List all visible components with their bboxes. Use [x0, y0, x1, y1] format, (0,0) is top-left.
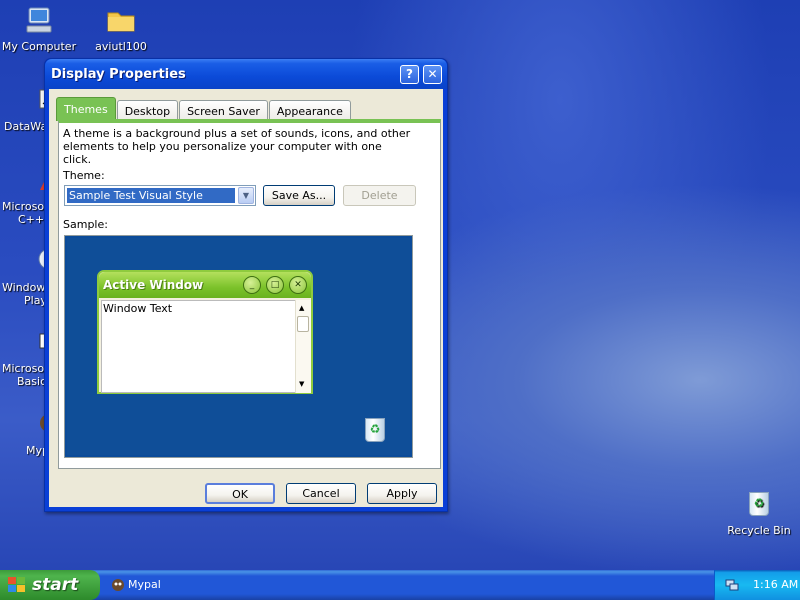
close-button[interactable]: ✕ — [423, 65, 442, 84]
tab-appearance[interactable]: Appearance — [268, 100, 351, 121]
tab-desktop[interactable]: Desktop — [116, 100, 179, 121]
desktop-icon-label: DataWa — [4, 120, 48, 133]
sample-label: Sample: — [63, 218, 108, 231]
cancel-button[interactable]: Cancel — [286, 483, 356, 504]
theme-description: A theme is a background plus a set of so… — [63, 127, 411, 166]
apply-button[interactable]: Apply — [367, 483, 437, 504]
network-icon[interactable] — [725, 577, 739, 591]
sample-scrollbar: ▲ ▼ — [295, 300, 311, 393]
taskbar: start Mypal 1:16 AM — [0, 570, 800, 600]
delete-button: Delete — [343, 185, 416, 206]
start-button[interactable]: start — [0, 570, 100, 600]
start-label: start — [32, 575, 79, 595]
tab-screen-saver[interactable]: Screen Saver — [179, 100, 268, 121]
help-button[interactable]: ? — [400, 65, 419, 84]
recycle-bin-icon: ♻ — [743, 488, 775, 520]
display-properties-dialog: Display Properties ? ✕ Themes Desktop Sc… — [44, 58, 448, 512]
scroll-down-icon: ▼ — [299, 380, 305, 388]
desktop-icon-recycle-bin[interactable]: ♻ Recycle Bin — [714, 488, 800, 537]
desktop-icon-label: My Computer — [1, 40, 77, 53]
desktop-icon-label-2: Basic — [17, 375, 47, 388]
ok-button[interactable]: OK — [205, 483, 275, 504]
desktop: My Computer aviutl100 DataWa Microsoft C… — [0, 0, 800, 570]
folder-icon — [105, 4, 137, 36]
tab-strip: Themes Desktop Screen Saver Appearance — [56, 97, 352, 121]
scroll-up-icon: ▲ — [299, 304, 305, 312]
theme-label: Theme: — [63, 169, 105, 182]
tab-themes[interactable]: Themes — [56, 97, 116, 121]
taskbar-item-mypal[interactable]: Mypal — [108, 573, 258, 597]
sample-recycle-bin-icon: ♻ — [362, 414, 388, 444]
desktop-icon-aviutl100[interactable]: aviutl100 — [76, 4, 166, 53]
system-tray: 1:16 AM — [714, 570, 800, 600]
computer-icon — [23, 4, 55, 36]
desktop-icon-label-2: C++ — [18, 213, 45, 226]
desktop-icon-label: aviutl100 — [95, 40, 147, 53]
taskbar-item-label: Mypal — [128, 578, 161, 591]
theme-select[interactable]: Sample Test Visual Style ▼ — [64, 185, 256, 206]
sample-window-text: Window Text — [103, 302, 173, 315]
dialog-title: Display Properties — [51, 66, 186, 82]
windows-logo-icon — [8, 577, 26, 593]
sample-window-client: Window Text — [101, 300, 297, 393]
dialog-body: Themes Desktop Screen Saver Appearance A… — [49, 89, 443, 507]
desktop-icon-label: Recycle Bin — [727, 524, 791, 537]
theme-select-value: Sample Test Visual Style — [67, 188, 235, 203]
desktop-icon-my-computer[interactable]: My Computer — [0, 4, 84, 53]
chevron-down-icon[interactable]: ▼ — [238, 187, 254, 204]
dialog-titlebar[interactable]: Display Properties — [45, 59, 447, 89]
minimize-icon: _ — [243, 276, 261, 294]
sample-active-window: Active Window _ □ ✕ Window Text ▲ ▼ — [97, 270, 313, 394]
scroll-thumb — [297, 316, 309, 332]
save-as-button[interactable]: Save As... — [263, 185, 335, 206]
clock[interactable]: 1:16 AM — [753, 578, 798, 591]
maximize-icon: □ — [266, 276, 284, 294]
mypal-icon — [112, 579, 124, 591]
themes-page: A theme is a background plus a set of so… — [58, 119, 441, 469]
close-icon: ✕ — [289, 276, 307, 294]
theme-sample-preview: Active Window _ □ ✕ Window Text ▲ ▼ ♻ — [64, 235, 413, 458]
